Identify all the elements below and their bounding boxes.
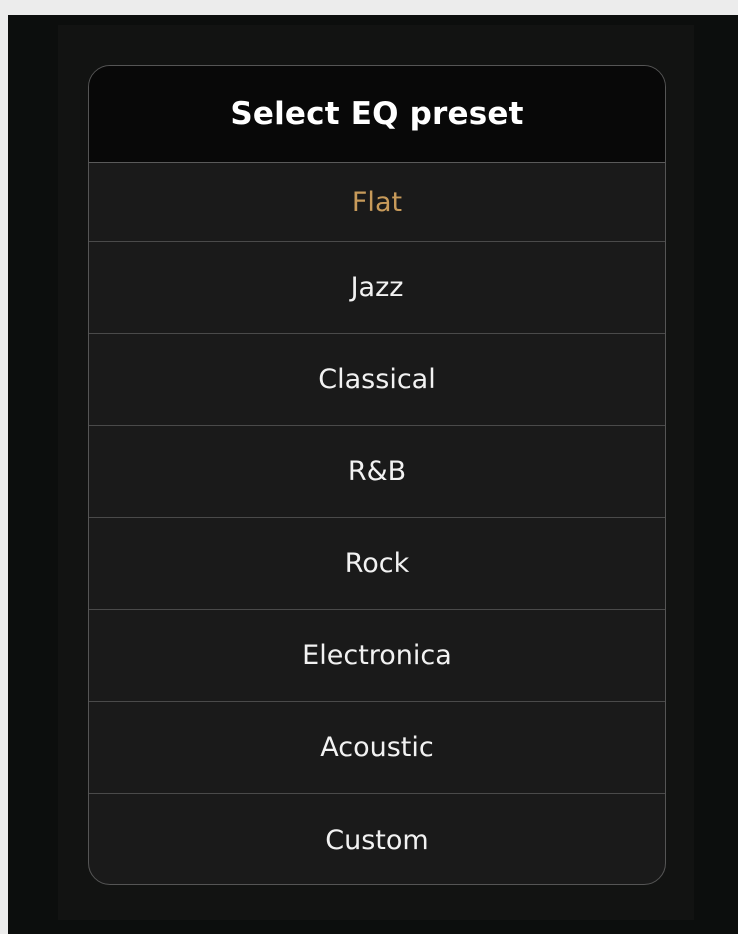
- preset-option-rnb[interactable]: R&B: [89, 426, 665, 518]
- app-screen: Select EQ preset Flat Jazz Classical R&B…: [8, 15, 738, 934]
- preset-option-classical[interactable]: Classical: [89, 334, 665, 426]
- preset-option-flat[interactable]: Flat: [89, 163, 665, 242]
- preset-option-electronica[interactable]: Electronica: [89, 610, 665, 702]
- eq-preset-dialog: Select EQ preset Flat Jazz Classical R&B…: [88, 65, 666, 885]
- preset-option-custom[interactable]: Custom: [89, 794, 665, 884]
- dialog-header: Select EQ preset: [89, 66, 665, 163]
- preset-option-jazz[interactable]: Jazz: [89, 242, 665, 334]
- preset-option-rock[interactable]: Rock: [89, 518, 665, 610]
- eq-preset-list: Flat Jazz Classical R&B Rock Electronica…: [89, 163, 665, 884]
- dialog-title: Select EQ preset: [230, 96, 524, 132]
- preset-option-acoustic[interactable]: Acoustic: [89, 702, 665, 794]
